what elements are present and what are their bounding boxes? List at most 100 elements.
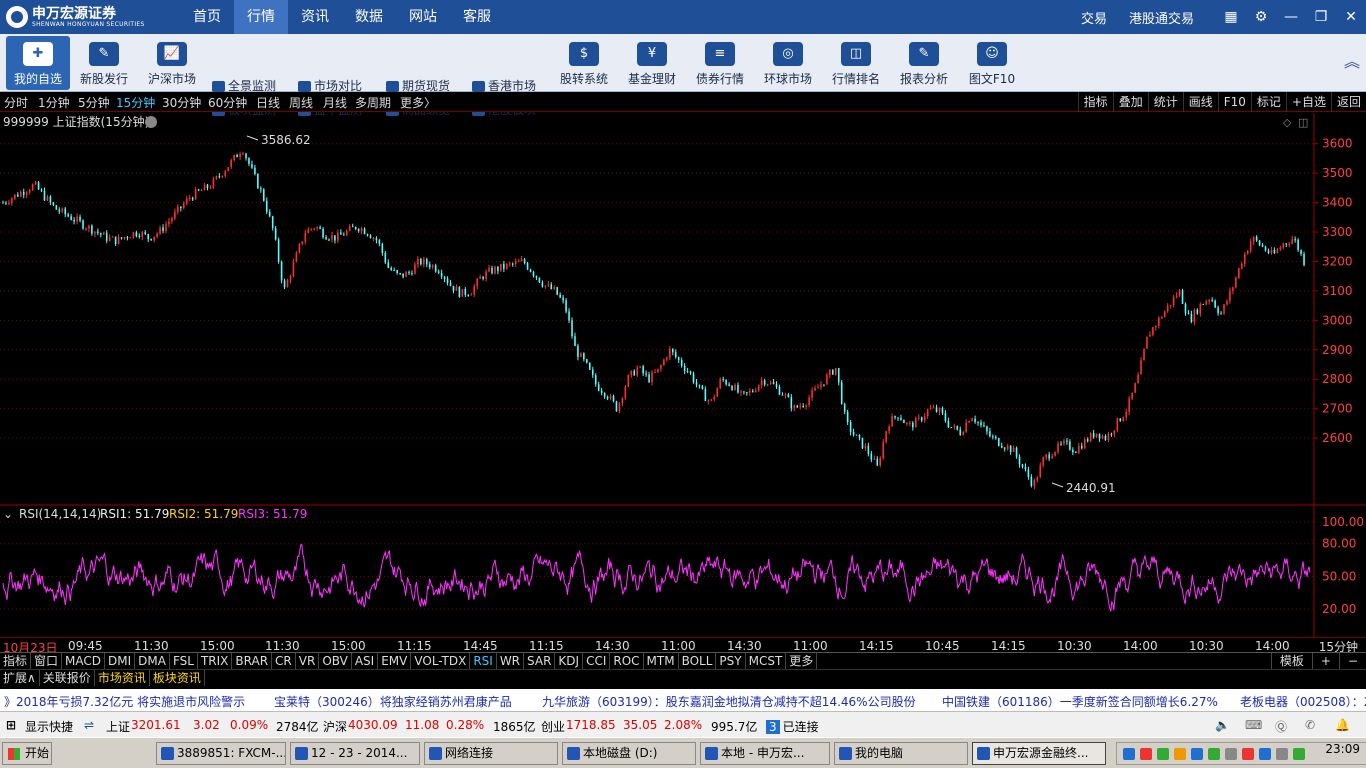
taskbar-item-active[interactable]: 申万宏源金融终... <box>972 742 1106 765</box>
global-market-button[interactable]: ◎ 环球市场 <box>756 36 820 90</box>
indicator-tool[interactable]: 指标 <box>1077 92 1113 112</box>
indicator-tab-vol-tdx[interactable]: VOL-TDX <box>411 653 471 669</box>
fund-button[interactable]: ¥ 基金理财 <box>620 36 684 90</box>
overlay-tool[interactable]: 叠加 <box>1112 92 1148 112</box>
indicator-tab-wr[interactable]: WR <box>497 653 525 669</box>
period-tab[interactable]: 1分钟 <box>38 94 70 111</box>
menu-service[interactable]: 客服 <box>450 0 504 34</box>
related-quotes-tab[interactable]: 关联报价 <box>40 670 95 686</box>
collapse-chevron-icon[interactable]: ︽ <box>1342 48 1362 78</box>
menu-quotes[interactable]: 行情 <box>234 0 288 34</box>
bond-button[interactable]: ≡ 债券行情 <box>688 36 752 90</box>
connection-status[interactable]: 3 已连接 <box>766 718 819 735</box>
ticker-item[interactable]: 九华旅游（603199）：股东嘉润金地拟清仓减持不超14.46%公司股份 <box>542 693 916 710</box>
period-tab[interactable]: 分时 <box>4 94 28 111</box>
indicator-tab-emv[interactable]: EMV <box>378 653 412 669</box>
sh-sz-market-button[interactable]: 📈 沪深市场 <box>140 36 204 90</box>
plus-icon[interactable]: ⊞ <box>6 718 16 732</box>
f10-tool[interactable]: F10 <box>1217 92 1251 112</box>
back-tool[interactable]: 返回 <box>1330 92 1366 112</box>
shortcut-toggle[interactable]: 显示快捷 <box>25 718 73 735</box>
tray-icon[interactable] <box>1276 748 1288 760</box>
taskbar-item[interactable]: 网络连接 <box>424 742 558 765</box>
indicator-tab-sar[interactable]: SAR <box>524 653 556 669</box>
taskbar-item[interactable]: 12 - 23 - 2014... <box>290 742 420 765</box>
draw-tool[interactable]: 画线 <box>1182 92 1218 112</box>
indicator-tab-mcst[interactable]: MCST <box>746 653 787 669</box>
period-tab[interactable]: 60分钟 <box>208 94 247 111</box>
indicator-tab-fsl[interactable]: FSL <box>170 653 198 669</box>
ticker-item[interactable]: 》2018年亏损7.32亿元 将实施退市风险警示 <box>4 693 245 710</box>
title-dropdown-icon[interactable] <box>145 116 157 128</box>
indicator-tab-指标[interactable]: 指标 <box>0 653 32 669</box>
panel-icon[interactable]: ◫ <box>1298 116 1308 129</box>
tray-icon[interactable] <box>1208 748 1220 760</box>
indicator-tab-brar[interactable]: BRAR <box>232 653 273 669</box>
taskbar-item[interactable]: 3889851: FXCM-... <box>156 742 286 765</box>
indicator-tab-psy[interactable]: PSY <box>716 653 746 669</box>
menu-home[interactable]: 首页 <box>180 0 234 34</box>
new-ipo-button[interactable]: ✎ 新股发行 <box>72 36 136 90</box>
tray-icon[interactable] <box>1293 748 1305 760</box>
trade-link[interactable]: 交易 <box>1081 8 1107 27</box>
indicator-tab-boll[interactable]: BOLL <box>679 653 717 669</box>
market-news-tab[interactable]: 市场资讯 <box>95 670 150 686</box>
indicator-tab-cr[interactable]: CR <box>272 653 296 669</box>
neeq-button[interactable]: $ 股转系统 <box>552 36 616 90</box>
indicator-tab-dma[interactable]: DMA <box>135 653 170 669</box>
taskbar-item[interactable]: 本地磁盘 (D:) <box>562 742 696 765</box>
gear-icon[interactable]: ⚙ <box>1246 0 1276 34</box>
ranking-button[interactable]: ◫ 行情排名 <box>824 36 888 90</box>
close-icon[interactable]: ✕ <box>1336 0 1366 34</box>
period-tab-active[interactable]: 15分钟 <box>116 94 155 111</box>
period-tab[interactable]: 30分钟 <box>162 94 201 111</box>
indicator-tab-asi[interactable]: ASI <box>352 653 379 669</box>
indicator-tab-更多[interactable]: 更多 <box>786 653 818 669</box>
stats-tool[interactable]: 统计 <box>1147 92 1183 112</box>
minimize-icon[interactable]: — <box>1276 0 1306 34</box>
grid-icon[interactable]: ▦ <box>1216 0 1246 34</box>
tray-icon[interactable] <box>1123 748 1135 760</box>
restore-icon[interactable]: ❐ <box>1306 0 1336 34</box>
indicator-tab-trix[interactable]: TRIX <box>198 653 233 669</box>
sector-news-tab[interactable]: 板块资讯 <box>150 670 205 686</box>
indicator-tab-窗口[interactable]: 窗口 <box>31 653 63 669</box>
period-tab-more[interactable]: 更多〉 <box>400 94 436 111</box>
expand-tab[interactable]: 扩展∧ <box>0 670 40 686</box>
speaker-icon[interactable]: 🔈 <box>1215 718 1230 732</box>
ticker-item[interactable]: 宝莱特（300246）将独家经销苏州君康产品 <box>274 693 512 710</box>
search-icon[interactable]: Ⓠ <box>1275 718 1287 735</box>
my-watchlist-button[interactable]: ✚ 我的自选 <box>6 36 70 90</box>
phone-icon[interactable]: ✆ <box>1305 718 1315 732</box>
tray-icon[interactable] <box>1191 748 1203 760</box>
period-tab[interactable]: 月线 <box>323 94 347 111</box>
indicator-tab-dmi[interactable]: DMI <box>105 653 136 669</box>
indicator-tab-macd[interactable]: MACD <box>62 653 106 669</box>
ticker-item[interactable]: 中国铁建（601186）一季度新签合同额增长6.27% <box>942 693 1218 710</box>
indicator-tab-vr[interactable]: VR <box>296 653 320 669</box>
tray-icon[interactable] <box>1259 748 1271 760</box>
indicator-tab-mtm[interactable]: MTM <box>644 653 679 669</box>
period-tab[interactable]: 5分钟 <box>78 94 110 111</box>
mark-tool[interactable]: 标记 <box>1250 92 1286 112</box>
price-chart[interactable]: 999999 上证指数(15分钟) ◇ ◫ 3586.62 2440.91 ⌄ … <box>0 113 1366 638</box>
indicator-tab-cci[interactable]: CCI <box>583 653 611 669</box>
menu-website[interactable]: 网站 <box>396 0 450 34</box>
news-ticker[interactable]: 》2018年亏损7.32亿元 将实施退市风险警示 宝莱特（300246）将独家经… <box>0 689 1366 711</box>
template-button[interactable]: 模板 <box>1270 653 1312 669</box>
bell-icon[interactable]: 🔔 <box>1335 718 1350 732</box>
remove-window-button[interactable]: − <box>1338 653 1366 669</box>
keyboard-icon[interactable]: ⌨ <box>1245 718 1262 732</box>
start-button[interactable]: 开始 <box>2 742 52 765</box>
period-tab[interactable]: 多周期 <box>355 94 391 111</box>
period-tab[interactable]: 日线 <box>256 94 280 111</box>
f10-button[interactable]: ☺ 图文F10 <box>960 36 1024 90</box>
shortcut-icon[interactable]: ⇌ <box>84 718 94 732</box>
tray-icon[interactable] <box>1225 748 1237 760</box>
tray-icon[interactable] <box>1174 748 1186 760</box>
add-watchlist-tool[interactable]: +自选 <box>1285 92 1331 112</box>
ticker-item[interactable]: 老板电器（002508）：2 <box>1240 693 1366 710</box>
tray-icon[interactable] <box>1157 748 1169 760</box>
tray-icon[interactable] <box>1140 748 1152 760</box>
menu-data[interactable]: 数据 <box>342 0 396 34</box>
